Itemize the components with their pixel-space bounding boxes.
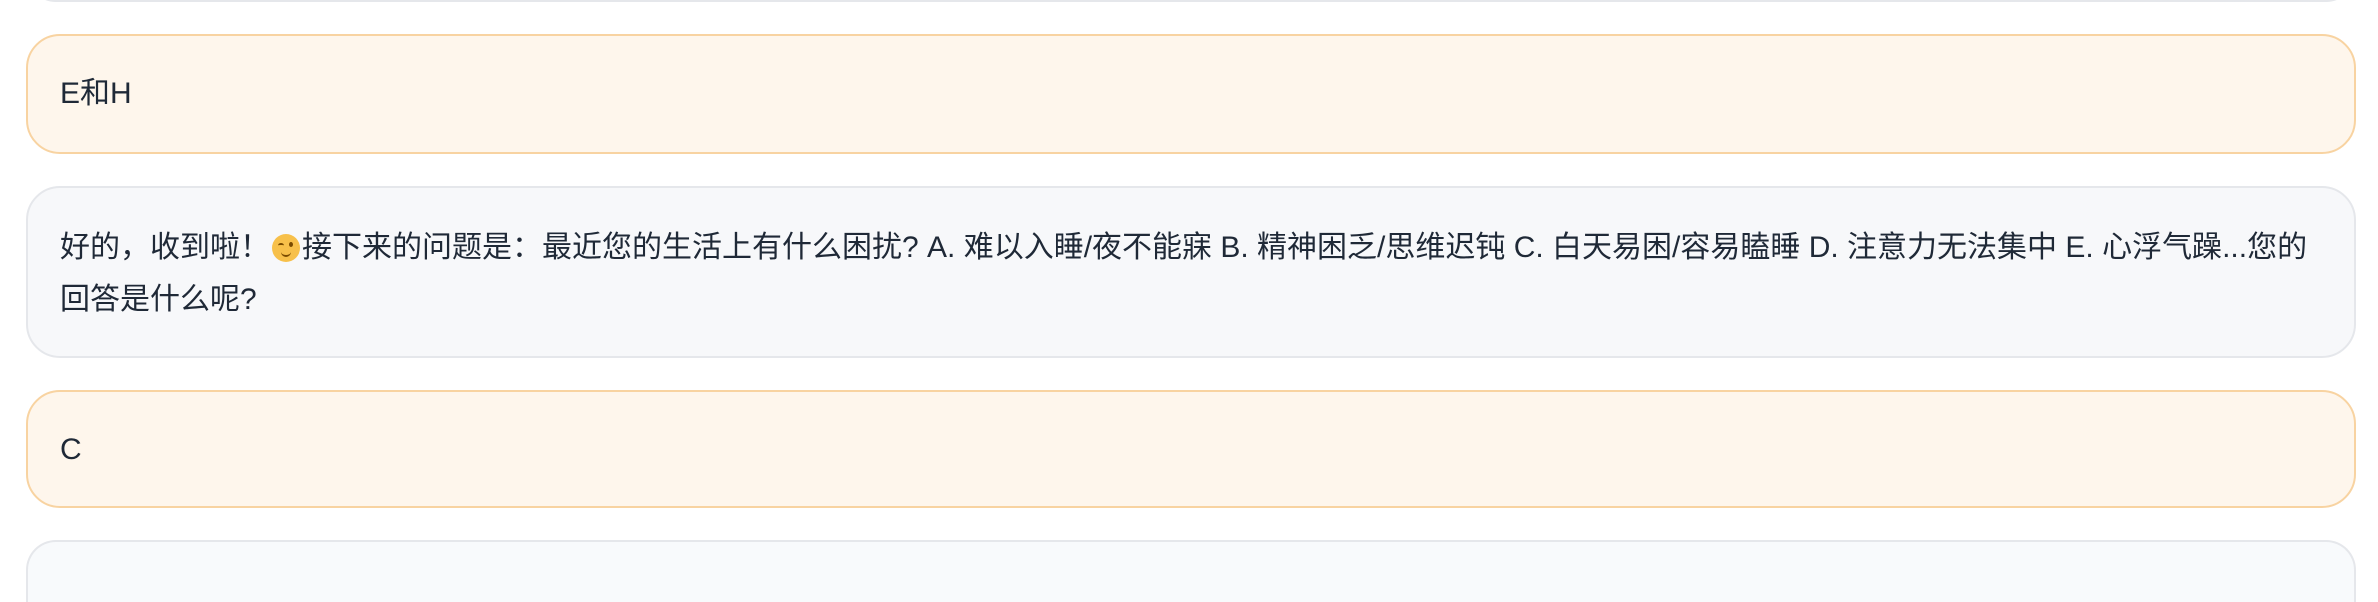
user-message: E和H	[26, 34, 2356, 154]
message-text: E和H	[60, 77, 132, 110]
wink-emoji-icon	[272, 234, 300, 262]
next-message-bubble-edge	[26, 540, 2356, 602]
message-text: 好的，收到啦！ 接下来的问题是：最近您的生活上有什么困扰? A. 难以入睡/夜不能…	[60, 222, 2322, 326]
message-text-part: 接下来的问题是：最近您的生活上有什么困扰? A. 难以入睡/夜不能寐 B. 精神…	[60, 231, 2308, 316]
previous-message-bubble-edge	[26, 0, 2356, 2]
message-text-part: 好的，收到啦！	[60, 231, 270, 264]
message-text: C	[60, 433, 82, 466]
user-message: C	[26, 390, 2356, 508]
assistant-message: 好的，收到啦！ 接下来的问题是：最近您的生活上有什么困扰? A. 难以入睡/夜不能…	[26, 186, 2356, 358]
